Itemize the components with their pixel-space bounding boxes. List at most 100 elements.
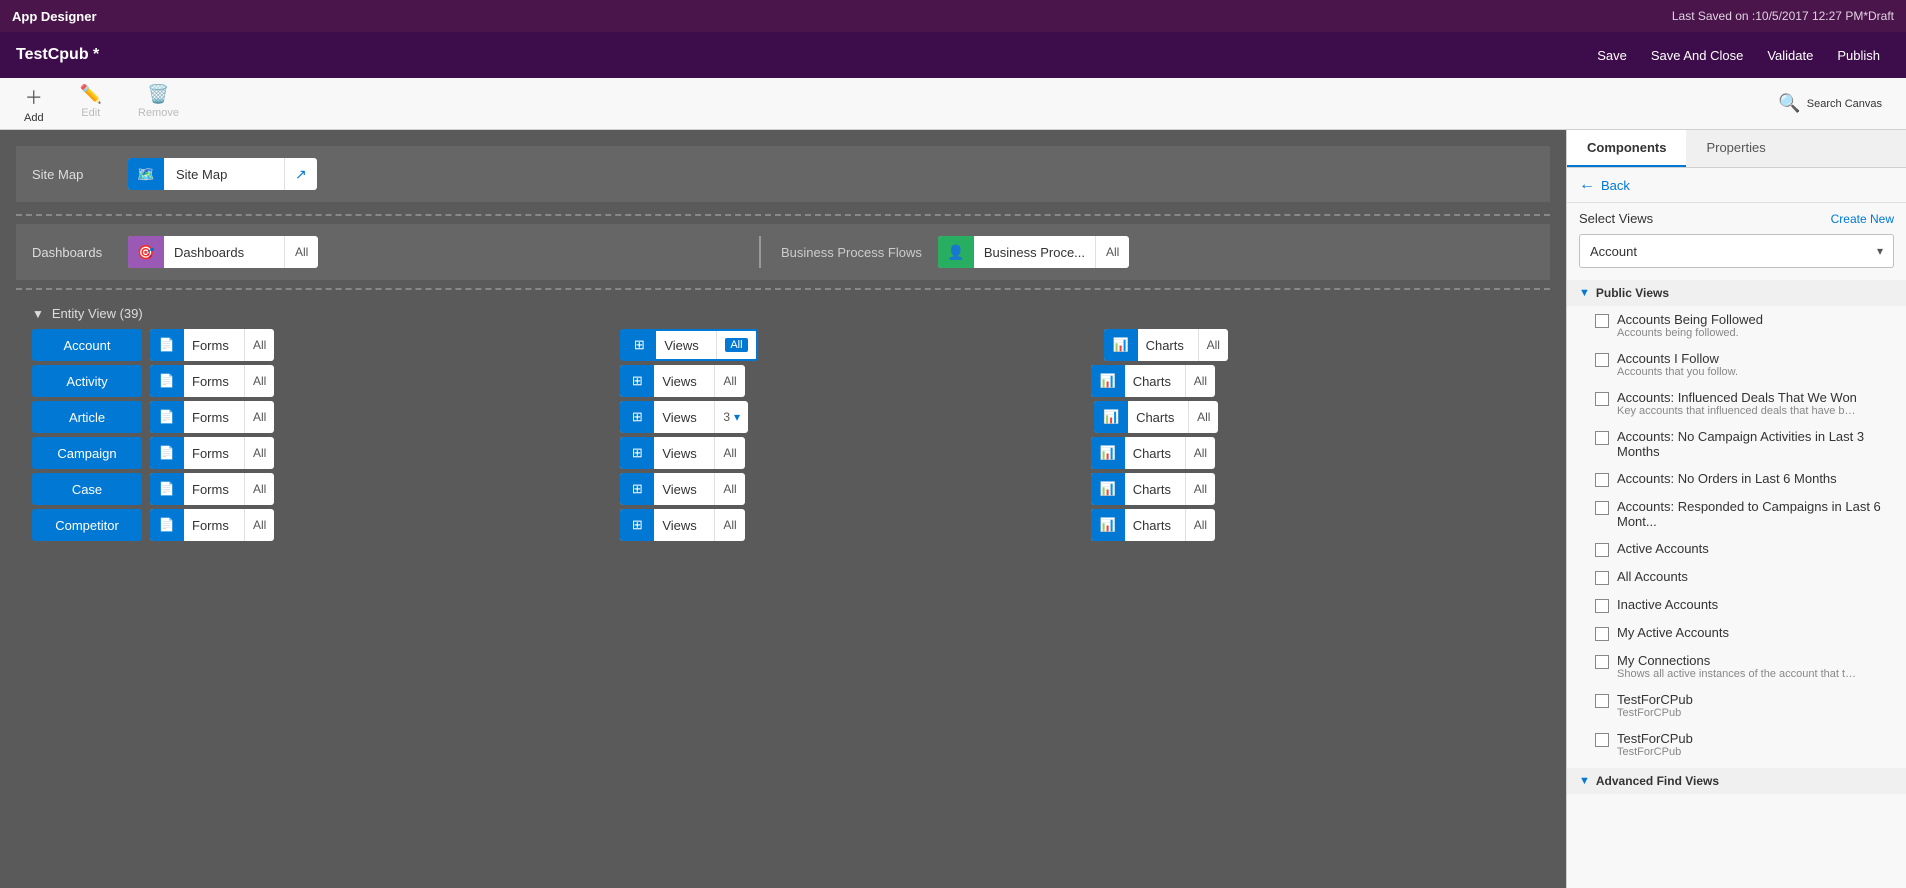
entity-account-button[interactable]: Account bbox=[32, 329, 142, 361]
campaign-forms-box[interactable]: 📄 Forms All bbox=[150, 437, 274, 469]
create-new-link[interactable]: Create New bbox=[1831, 212, 1894, 226]
sitemap-icon: 🗺️ bbox=[128, 158, 164, 190]
view-name-3: Accounts: No Campaign Activities in Last… bbox=[1617, 429, 1894, 459]
last-saved-info: Last Saved on :10/5/2017 12:27 PM*Draft bbox=[1672, 9, 1894, 23]
view-checkbox-9[interactable] bbox=[1595, 627, 1609, 641]
competitor-charts-box[interactable]: 📊 Charts All bbox=[1091, 509, 1215, 541]
view-checkbox-3[interactable] bbox=[1595, 431, 1609, 445]
list-item[interactable]: Accounts: Influenced Deals That We Won K… bbox=[1567, 384, 1906, 423]
canvas-area[interactable]: Site Map 🗺️ Site Map ↗ Dashboards 🎯 Dash… bbox=[0, 130, 1566, 888]
sitemap-box[interactable]: 🗺️ Site Map ↗ bbox=[128, 158, 317, 190]
tab-components[interactable]: Components bbox=[1567, 130, 1686, 167]
view-checkbox-2[interactable] bbox=[1595, 392, 1609, 406]
account-views-box[interactable]: ⊞ Views All bbox=[620, 329, 757, 361]
account-comp-group: 📄 Forms All bbox=[150, 329, 274, 361]
entity-campaign-button[interactable]: Campaign bbox=[32, 437, 142, 469]
article-views-box[interactable]: ⊞ Views 3 ▾ bbox=[620, 401, 748, 433]
list-item[interactable]: Accounts Being Followed Accounts being f… bbox=[1567, 306, 1906, 345]
tab-properties[interactable]: Properties bbox=[1686, 130, 1785, 167]
account-forms-box[interactable]: 📄 Forms All bbox=[150, 329, 274, 361]
entity-case-button[interactable]: Case bbox=[32, 473, 142, 505]
save-button[interactable]: Save bbox=[1587, 44, 1637, 67]
back-label[interactable]: Back bbox=[1601, 178, 1630, 193]
bpf-divider bbox=[759, 236, 761, 268]
view-text-12: TestForCPub TestForCPub bbox=[1617, 731, 1693, 758]
validate-button[interactable]: Validate bbox=[1757, 44, 1823, 67]
view-checkbox-1[interactable] bbox=[1595, 353, 1609, 367]
view-checkbox-0[interactable] bbox=[1595, 314, 1609, 328]
entity-competitor-button[interactable]: Competitor bbox=[32, 509, 142, 541]
table-row: Article 📄 Forms All ⊞ Views bbox=[32, 401, 1534, 433]
list-item[interactable]: TestForCPub TestForCPub bbox=[1567, 725, 1906, 764]
account-charts-badge: All bbox=[1198, 329, 1228, 361]
campaign-charts-box[interactable]: 📊 Charts All bbox=[1091, 437, 1215, 469]
bpf-box[interactable]: 👤 Business Proce... All bbox=[938, 236, 1130, 268]
view-checkbox-12[interactable] bbox=[1595, 733, 1609, 747]
activity-forms-box[interactable]: 📄 Forms All bbox=[150, 365, 274, 397]
view-name-10: My Connections bbox=[1617, 653, 1857, 668]
view-checkbox-6[interactable] bbox=[1595, 543, 1609, 557]
publish-button[interactable]: Publish bbox=[1827, 44, 1890, 67]
list-item[interactable]: Active Accounts bbox=[1567, 535, 1906, 563]
app-designer-title: App Designer bbox=[12, 9, 97, 24]
activity-views-box[interactable]: ⊞ Views All bbox=[620, 365, 744, 397]
remove-button[interactable]: 🗑️ Remove bbox=[130, 80, 187, 128]
list-item[interactable]: Accounts: No Campaign Activities in Last… bbox=[1567, 423, 1906, 465]
panel-back-nav[interactable]: ← Back bbox=[1567, 168, 1906, 203]
case-views-box[interactable]: ⊞ Views All bbox=[620, 473, 744, 505]
entity-toggle-icon[interactable]: ▼ bbox=[32, 307, 44, 321]
table-row: Activity 📄 Forms All ⊞ Views All bbox=[32, 365, 1534, 397]
competitor-forms-box[interactable]: 📄 Forms All bbox=[150, 509, 274, 541]
view-checkbox-4[interactable] bbox=[1595, 473, 1609, 487]
save-and-close-button[interactable]: Save And Close bbox=[1641, 44, 1754, 67]
right-panel: Components Properties ← Back Select View… bbox=[1566, 130, 1906, 888]
sitemap-name: Site Map bbox=[164, 167, 284, 182]
competitor-views-box[interactable]: ⊞ Views All bbox=[620, 509, 744, 541]
list-item[interactable]: TestForCPub TestForCPub bbox=[1567, 686, 1906, 725]
campaign-views-group: ⊞ Views All bbox=[620, 437, 744, 469]
campaign-forms-label: Forms bbox=[184, 446, 244, 461]
dashboards-icon: 🎯 bbox=[128, 236, 164, 268]
public-views-header: ▼ Public Views bbox=[1567, 280, 1906, 306]
sitemap-navigate-icon[interactable]: ↗ bbox=[284, 158, 317, 190]
list-item[interactable]: All Accounts bbox=[1567, 563, 1906, 591]
entity-article-button[interactable]: Article bbox=[32, 401, 142, 433]
list-item[interactable]: My Active Accounts bbox=[1567, 619, 1906, 647]
search-canvas-button[interactable]: 🔍 Search Canvas bbox=[1770, 89, 1890, 118]
dashboards-box[interactable]: 🎯 Dashboards All bbox=[128, 236, 318, 268]
activity-charts-box[interactable]: 📊 Charts All bbox=[1091, 365, 1215, 397]
entity-dropdown[interactable]: Account ▾ bbox=[1579, 234, 1894, 268]
table-row: Case 📄 Forms All ⊞ Views All bbox=[32, 473, 1534, 505]
select-views-label: Select Views bbox=[1579, 211, 1653, 226]
view-checkbox-7[interactable] bbox=[1595, 571, 1609, 585]
account-charts-box[interactable]: 📊 Charts All bbox=[1104, 329, 1228, 361]
view-checkbox-5[interactable] bbox=[1595, 501, 1609, 515]
case-comp-group: 📄 Forms All bbox=[150, 473, 274, 505]
case-charts-box[interactable]: 📊 Charts All bbox=[1091, 473, 1215, 505]
public-views-chevron[interactable]: ▼ bbox=[1579, 287, 1590, 299]
competitor-forms-badge: All bbox=[244, 509, 274, 541]
entity-view-title: Entity View (39) bbox=[52, 306, 143, 321]
article-forms-box[interactable]: 📄 Forms All bbox=[150, 401, 274, 433]
campaign-charts-label: Charts bbox=[1125, 446, 1185, 461]
advanced-find-chevron[interactable]: ▼ bbox=[1579, 775, 1590, 787]
search-icon: 🔍 bbox=[1778, 93, 1800, 114]
case-forms-box[interactable]: 📄 Forms All bbox=[150, 473, 274, 505]
entity-activity-button[interactable]: Activity bbox=[32, 365, 142, 397]
view-checkbox-11[interactable] bbox=[1595, 694, 1609, 708]
case-views-label: Views bbox=[654, 482, 714, 497]
list-item[interactable]: Inactive Accounts bbox=[1567, 591, 1906, 619]
edit-button[interactable]: ✏️ Edit bbox=[72, 80, 110, 128]
view-checkbox-8[interactable] bbox=[1595, 599, 1609, 613]
add-button[interactable]: ＋ Add bbox=[16, 80, 52, 128]
article-charts-box[interactable]: 📊 Charts All bbox=[1094, 401, 1218, 433]
view-checkbox-10[interactable] bbox=[1595, 655, 1609, 669]
list-item[interactable]: Accounts I Follow Accounts that you foll… bbox=[1567, 345, 1906, 384]
activity-charts-badge: All bbox=[1185, 365, 1215, 397]
list-item[interactable]: Accounts: Responded to Campaigns in Last… bbox=[1567, 493, 1906, 535]
activity-forms-label: Forms bbox=[184, 374, 244, 389]
dashboards-badge: All bbox=[284, 236, 318, 268]
list-item[interactable]: Accounts: No Orders in Last 6 Months bbox=[1567, 465, 1906, 493]
campaign-views-box[interactable]: ⊞ Views All bbox=[620, 437, 744, 469]
list-item[interactable]: My Connections Shows all active instance… bbox=[1567, 647, 1906, 686]
